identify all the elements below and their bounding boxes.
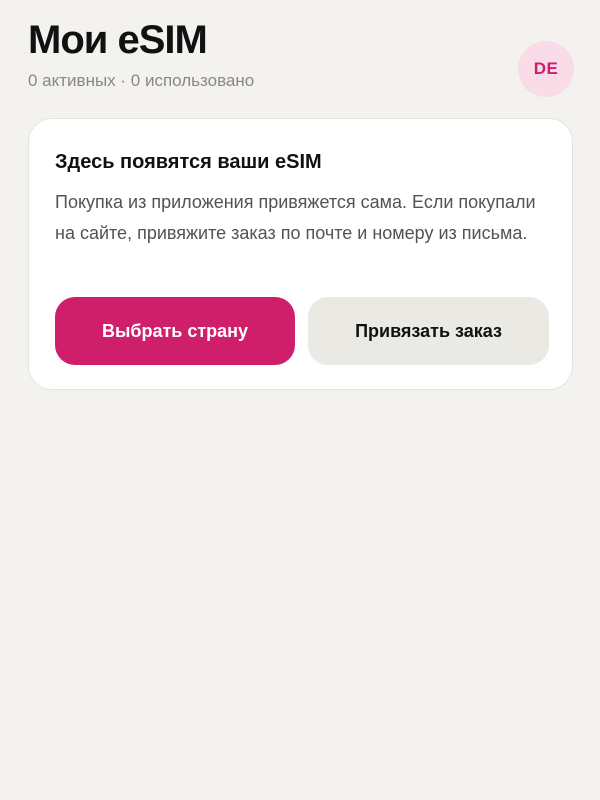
empty-esim-card: Здесь появятся ваши eSIM Покупка из прил… — [28, 118, 573, 390]
page-header: Мои eSIM 0 активных · 0 использовано DE — [28, 0, 574, 118]
choose-country-button[interactable]: Выбрать страну — [55, 297, 295, 365]
empty-state-description: Покупка из приложения привяжется сама. Е… — [55, 192, 536, 243]
empty-state-title: Здесь появятся ваши eSIM — [55, 151, 322, 173]
esim-page: Мои eSIM 0 активных · 0 использовано DE … — [0, 0, 600, 800]
esim-summary: 0 активных · 0 использовано — [28, 71, 255, 90]
profile-avatar[interactable]: DE — [518, 41, 574, 97]
page-title: Мои eSIM — [28, 18, 208, 62]
link-order-button[interactable]: Привязать заказ — [308, 297, 549, 365]
empty-state-actions: Выбрать страну Привязать заказ — [55, 297, 549, 365]
